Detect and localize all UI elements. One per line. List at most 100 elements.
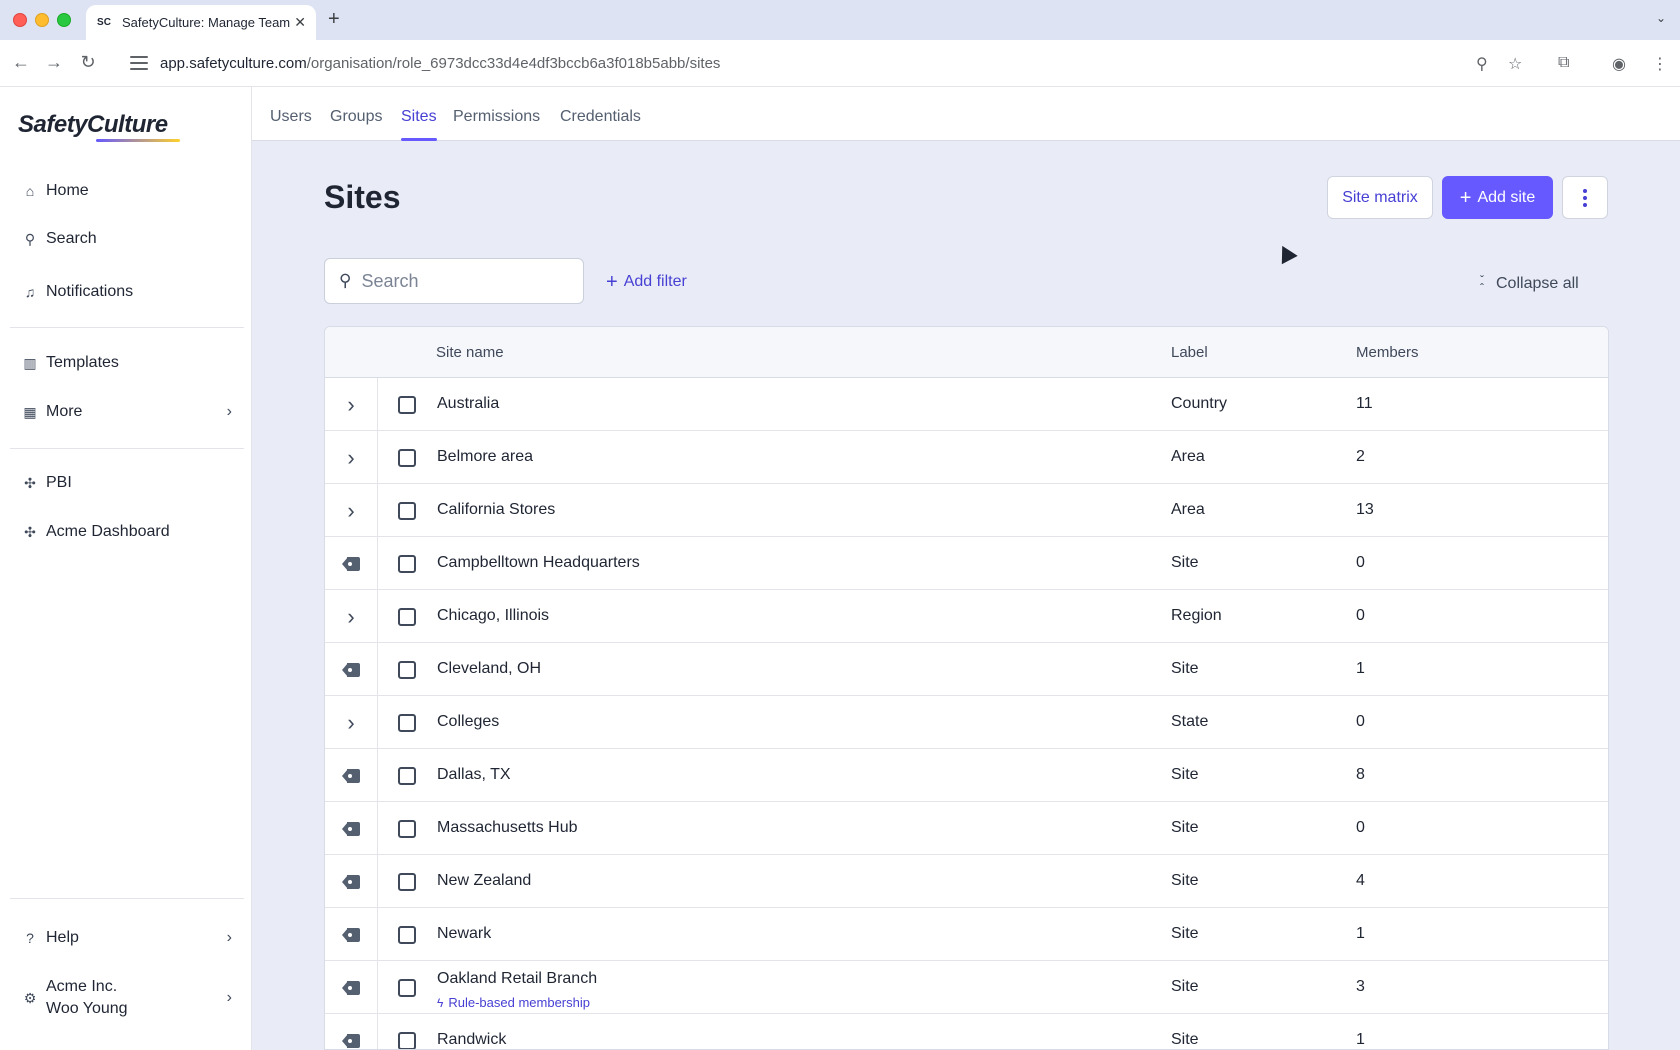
- chevron-right-icon: ›: [347, 603, 355, 629]
- collapse-icon: ˇˆ: [1480, 272, 1484, 295]
- close-icon[interactable]: ✕: [294, 14, 306, 31]
- row-checkbox[interactable]: [398, 555, 416, 573]
- expand-row-button[interactable]: ›: [325, 484, 378, 537]
- table-row[interactable]: › California Stores Area 13: [325, 484, 1608, 537]
- tag-icon: [342, 927, 360, 942]
- table-header: Site name Label Members: [325, 327, 1608, 378]
- site-name-link[interactable]: Dallas, TX: [437, 766, 511, 784]
- site-tag-cell: [325, 961, 378, 1014]
- new-tab-plus-icon[interactable]: +: [328, 8, 340, 31]
- table-row[interactable]: › Colleges State 0: [325, 696, 1608, 749]
- site-name-link[interactable]: Campbelltown Headquarters: [437, 554, 640, 572]
- add-site-button[interactable]: + Add site: [1442, 176, 1553, 219]
- address-bar[interactable]: app.safetyculture.com/organisation/role_…: [122, 46, 1552, 80]
- site-name-link[interactable]: Belmore area: [437, 448, 533, 466]
- sidebar-account[interactable]: ⚙ Acme Inc. Woo Young ›: [22, 976, 232, 1020]
- search-input[interactable]: [361, 270, 562, 292]
- more-options-button[interactable]: [1562, 176, 1608, 219]
- site-name-link[interactable]: Colleges: [437, 713, 499, 731]
- site-name-link[interactable]: Massachusetts Hub: [437, 819, 578, 837]
- tab-credentials[interactable]: Credentials: [560, 108, 641, 126]
- tab-permissions[interactable]: Permissions: [453, 108, 540, 126]
- row-checkbox[interactable]: [398, 767, 416, 785]
- tab-groups[interactable]: Groups: [330, 108, 382, 126]
- reload-icon[interactable]: ↻: [76, 52, 100, 73]
- table-row[interactable]: Dallas, TX Site 8: [325, 749, 1608, 802]
- row-checkbox[interactable]: [398, 979, 416, 997]
- expand-row-button[interactable]: ›: [325, 378, 378, 431]
- row-checkbox[interactable]: [398, 820, 416, 838]
- site-name-link[interactable]: Oakland Retail Branch: [437, 970, 597, 988]
- window-minimize-button[interactable]: [35, 13, 49, 27]
- top-tab-bar: Users Groups Sites Permissions Credentia…: [252, 87, 1680, 141]
- header-members[interactable]: Members: [1356, 344, 1419, 361]
- forward-arrow-icon[interactable]: →: [42, 52, 66, 73]
- add-filter-button[interactable]: + Add filter: [606, 272, 687, 292]
- sidebar-item-pbi[interactable]: ✣ PBI: [22, 474, 232, 492]
- extensions-icon[interactable]: ⧉: [1558, 54, 1569, 72]
- row-checkbox[interactable]: [398, 661, 416, 679]
- expand-row-button[interactable]: ›: [325, 431, 378, 484]
- table-row[interactable]: › Belmore area Area 2: [325, 431, 1608, 484]
- site-matrix-button[interactable]: Site matrix: [1327, 176, 1433, 219]
- site-label-value: State: [1171, 713, 1209, 730]
- zoom-icon[interactable]: ⚲: [1476, 54, 1488, 74]
- site-info-icon[interactable]: [130, 56, 148, 70]
- row-checkbox[interactable]: [398, 449, 416, 467]
- site-members-count: 11: [1356, 395, 1373, 412]
- expand-row-button[interactable]: ›: [325, 696, 378, 749]
- table-row[interactable]: Massachusetts Hub Site 0: [325, 802, 1608, 855]
- tag-icon: [342, 1033, 360, 1048]
- site-name-link[interactable]: Australia: [437, 395, 499, 413]
- tab-sites[interactable]: Sites: [401, 108, 437, 126]
- expand-row-button[interactable]: ›: [325, 590, 378, 643]
- site-name-link[interactable]: New Zealand: [437, 872, 531, 890]
- profile-icon[interactable]: ◉: [1612, 54, 1626, 74]
- sidebar-item-more[interactable]: ▦ More ›: [22, 403, 232, 421]
- row-checkbox[interactable]: [398, 502, 416, 520]
- table-row[interactable]: Cleveland, OH Site 1: [325, 643, 1608, 696]
- safetyculture-logo[interactable]: SafetyCulture: [18, 111, 168, 139]
- site-name-link[interactable]: Newark: [437, 925, 491, 943]
- sidebar-item-help[interactable]: ? Help ›: [22, 929, 232, 947]
- table-row[interactable]: Randwick Site 1: [325, 1014, 1608, 1049]
- site-name-link[interactable]: Chicago, Illinois: [437, 607, 549, 625]
- table-row[interactable]: › Australia Country 11: [325, 378, 1608, 431]
- site-name-link[interactable]: Randwick: [437, 1031, 506, 1049]
- sidebar-item-home[interactable]: ⌂ Home: [22, 182, 232, 200]
- sidebar-item-acme-dashboard[interactable]: ✣ Acme Dashboard: [22, 523, 232, 541]
- table-row[interactable]: › Chicago, Illinois Region 0: [325, 590, 1608, 643]
- table-row[interactable]: Campbelltown Headquarters Site 0: [325, 537, 1608, 590]
- sidebar-item-templates[interactable]: ▥ Templates: [22, 354, 232, 372]
- table-row[interactable]: Oakland Retail Branch ϟ Rule-based members…: [325, 961, 1608, 1014]
- header-label[interactable]: Label: [1171, 344, 1208, 361]
- row-checkbox[interactable]: [398, 873, 416, 891]
- site-members-count: 1: [1356, 660, 1365, 677]
- row-checkbox[interactable]: [398, 608, 416, 626]
- site-tag-cell: [325, 537, 378, 590]
- collapse-all-button[interactable]: ˇˆ Collapse all: [1480, 272, 1579, 295]
- sidebar-item-notifications[interactable]: ♫ Notifications: [22, 283, 232, 301]
- chevron-down-icon[interactable]: ⌄: [1656, 11, 1666, 25]
- window-close-button[interactable]: [13, 13, 27, 27]
- search-box[interactable]: ⚲: [324, 258, 584, 304]
- header-site-name[interactable]: Site name: [436, 344, 504, 361]
- row-checkbox[interactable]: [398, 1032, 416, 1049]
- site-name-link[interactable]: Cleveland, OH: [437, 660, 541, 678]
- bookmark-star-icon[interactable]: ☆: [1508, 54, 1522, 74]
- back-arrow-icon[interactable]: ←: [9, 52, 33, 73]
- sidebar-item-search[interactable]: ⚲ Search: [22, 230, 232, 248]
- site-name-link[interactable]: California Stores: [437, 501, 555, 519]
- table-row[interactable]: New Zealand Site 4: [325, 855, 1608, 908]
- tab-users[interactable]: Users: [270, 108, 312, 126]
- puzzle-icon: ✣: [24, 523, 36, 540]
- table-row[interactable]: Newark Site 1: [325, 908, 1608, 961]
- menu-dots-icon[interactable]: ⋮: [1652, 54, 1668, 74]
- row-checkbox[interactable]: [398, 714, 416, 732]
- row-checkbox[interactable]: [398, 396, 416, 414]
- row-checkbox[interactable]: [398, 926, 416, 944]
- home-icon: ⌂: [25, 183, 35, 199]
- browser-tab[interactable]: SC SafetyCulture: Manage Teams ✕: [86, 5, 316, 40]
- site-members-count: 0: [1356, 713, 1365, 730]
- window-zoom-button[interactable]: [57, 13, 71, 27]
